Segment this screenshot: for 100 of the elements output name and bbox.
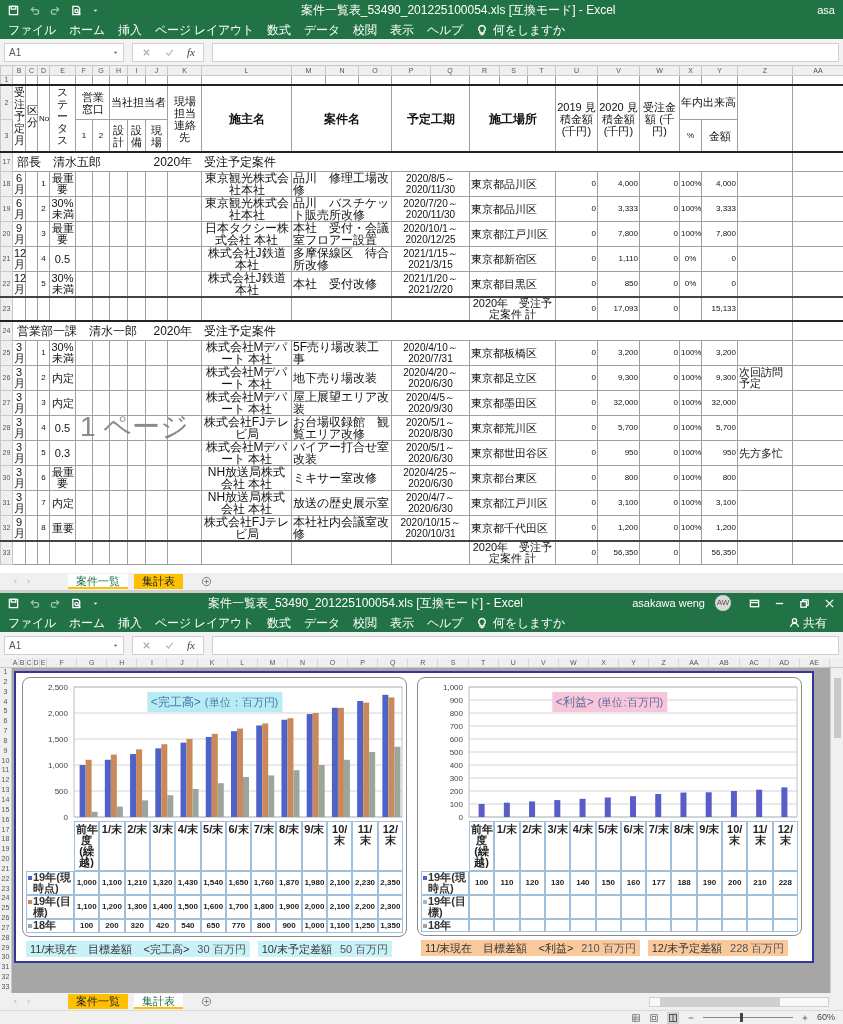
table-cell: 188 (671, 871, 697, 895)
sheet-tab[interactable]: 案件一覧 (68, 994, 128, 1009)
table-cell: 品川 修理工場改修 (291, 171, 392, 197)
menu-tab[interactable]: 表示 (390, 22, 415, 37)
menu-tab[interactable]: データ (304, 22, 341, 37)
table-cell: 3月 (12, 390, 26, 416)
save-icon[interactable] (8, 4, 19, 16)
formula-input[interactable] (211, 635, 839, 655)
menu-tab[interactable]: 校閲 (353, 615, 378, 630)
table-cell: 3月 (12, 465, 26, 491)
table-cell: 0 (701, 246, 738, 272)
redo-icon[interactable] (50, 597, 61, 609)
table-cell: 190 (696, 871, 723, 895)
table-cell: 1,430 (175, 871, 201, 895)
print-preview-icon[interactable] (71, 4, 82, 16)
ribbon-display-icon[interactable] (749, 597, 760, 609)
save-icon[interactable] (8, 597, 19, 609)
person-icon[interactable] (789, 617, 800, 628)
normal-view-icon[interactable] (631, 1012, 641, 1023)
insert-function-button[interactable]: fx (187, 43, 195, 61)
menu-tab[interactable]: ページ レイアウト (155, 22, 255, 37)
scroll-left-icon[interactable] (12, 578, 19, 585)
formula-input[interactable] (211, 42, 839, 62)
menu-tab[interactable]: ファイル (8, 615, 56, 630)
add-sheet-icon[interactable] (201, 996, 212, 1007)
table-cell: 2020/4/25～2020/6/30 (391, 465, 470, 491)
menu-tab[interactable]: ファイル (8, 22, 56, 37)
menu-tab[interactable]: 表示 (390, 615, 415, 630)
table-cell: 東京都品川区 (469, 196, 556, 222)
insert-function-button[interactable]: fx (187, 636, 195, 654)
menu-tab[interactable]: ホーム (69, 615, 105, 630)
table-cell: 最重要 (49, 221, 76, 247)
menu-tab[interactable]: 挿入 (118, 22, 142, 37)
chart-title: <完工高> (150, 694, 201, 711)
table-cell: 100 (74, 919, 100, 933)
redo-icon[interactable] (50, 4, 61, 16)
menu-tab[interactable]: データ (304, 615, 341, 630)
menu-tab[interactable]: 数式 (267, 22, 292, 37)
menu-tab[interactable]: ホーム (69, 22, 105, 37)
column-header: 区分 (27, 104, 38, 129)
tell-me-field[interactable]: 何をしますか (493, 22, 566, 37)
table-cell: 1,700 (225, 895, 252, 919)
y-tick-label: 1,500 (47, 735, 68, 744)
zoom-in-icon[interactable] (801, 1013, 809, 1022)
sheet-tab[interactable]: 案件一覧 (68, 574, 128, 589)
scroll-right-icon[interactable] (25, 578, 32, 585)
category-label: 12/末 (377, 821, 403, 871)
undo-icon[interactable] (29, 597, 40, 609)
table-cell: 0 (555, 196, 598, 222)
add-sheet-icon[interactable] (201, 576, 212, 587)
table-cell: 4,000 (701, 171, 738, 197)
restore-icon[interactable] (799, 597, 810, 609)
undo-icon[interactable] (29, 4, 40, 16)
tell-me-field[interactable]: 何をしますか (493, 615, 566, 630)
table-cell: 2020/5/1～2020/6/30 (391, 440, 470, 466)
page-layout-icon[interactable] (649, 1012, 659, 1023)
sheet-tab[interactable]: 集計表 (134, 574, 183, 589)
scroll-left-icon[interactable] (12, 998, 19, 1005)
category-label: 10/末 (722, 821, 748, 871)
y-tick-label: 600 (449, 735, 463, 744)
table-cell: 1 (37, 340, 50, 366)
share-button[interactable]: 共有 (803, 615, 827, 630)
menu-tab[interactable]: ヘルプ (427, 22, 464, 37)
name-box[interactable]: A1 (4, 42, 124, 62)
summary-value: 50 百万円 (339, 941, 389, 957)
close-icon[interactable] (824, 597, 835, 609)
page-break-view-icon[interactable] (667, 1011, 679, 1024)
table-cell: 2,000 (301, 895, 328, 919)
category-label: 9/末 (301, 821, 328, 871)
category-label: 5/末 (200, 821, 226, 871)
table-cell: 160 (620, 871, 647, 895)
table-cell: 0 (639, 365, 680, 391)
zoom-level[interactable]: 60% (817, 1010, 835, 1024)
bar (655, 794, 662, 817)
table-cell: 1,540 (200, 871, 226, 895)
table-cell: 177 (646, 871, 672, 895)
lightbulb-icon[interactable] (476, 23, 489, 36)
user-avatar[interactable]: AW (715, 595, 731, 611)
horizontal-scrollbar[interactable] (649, 996, 829, 1007)
table-cell: 地下売り場改装 (291, 365, 392, 391)
scroll-right-icon[interactable] (25, 998, 32, 1005)
sheet-tab[interactable]: 集計表 (134, 994, 183, 1009)
table-cell: 1,200 (99, 895, 125, 919)
category-label: 8/末 (276, 821, 302, 871)
table-cell: 1,110 (597, 246, 640, 272)
print-preview-icon[interactable] (71, 597, 82, 609)
table-cell: 30%未満 (49, 196, 76, 222)
menu-tab[interactable]: ヘルプ (427, 615, 464, 630)
table-cell: 最重要 (49, 171, 76, 197)
menu-tab[interactable]: 校閲 (353, 22, 378, 37)
legend-label: 18年 (428, 920, 452, 931)
menu-tab[interactable]: 挿入 (118, 615, 142, 630)
table-cell: 0 (555, 340, 598, 366)
zoom-slider-thumb[interactable] (739, 1013, 743, 1022)
menu-tab[interactable]: 数式 (267, 615, 292, 630)
vertical-scrollbar[interactable] (830, 668, 843, 993)
lightbulb-icon[interactable] (476, 616, 489, 629)
table-cell: お台場収録館 観覧エリア改修 (291, 415, 392, 441)
name-box[interactable]: A1 (4, 635, 124, 655)
menu-tab[interactable]: ページ レイアウト (155, 615, 255, 630)
